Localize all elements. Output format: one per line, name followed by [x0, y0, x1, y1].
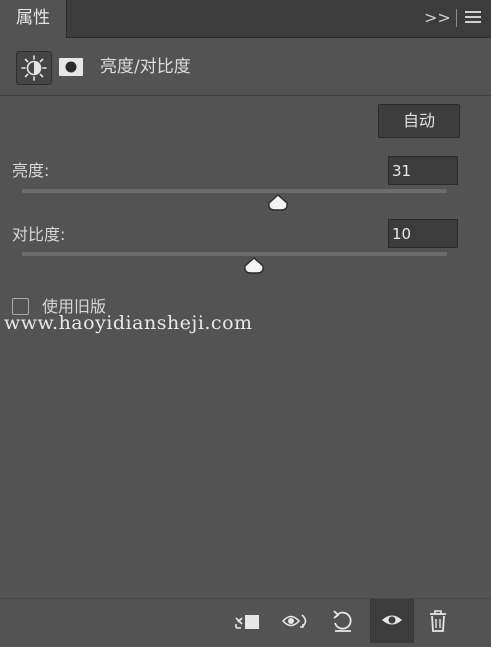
adjustment-header: 亮度/对比度 [0, 38, 491, 96]
collapse-panel-icon[interactable]: >> [424, 7, 451, 29]
contrast-input[interactable]: 10 [388, 219, 458, 248]
trash-icon[interactable] [422, 605, 454, 637]
contrast-slider-track[interactable] [22, 252, 447, 256]
properties-panel: 属性 >> 亮度/对比度 自动 亮度: 31 对比度: 10 使用旧版 www.… [0, 0, 491, 643]
contrast-label: 对比度: [12, 225, 66, 244]
reset-icon[interactable] [326, 605, 358, 637]
layer-mask-icon[interactable] [58, 56, 84, 78]
tab-properties[interactable]: 属性 [0, 0, 67, 38]
adjustment-title: 亮度/对比度 [100, 57, 191, 77]
contrast-slider-thumb[interactable] [243, 257, 265, 275]
panel-tab-bar: 属性 >> [0, 0, 491, 38]
toggle-visibility-button[interactable] [370, 599, 414, 643]
brightness-label: 亮度: [12, 161, 50, 180]
watermark-text: www.haoyidiansheji.com [4, 312, 253, 334]
bottom-toolbar [0, 598, 491, 643]
brightness-input[interactable]: 31 [388, 156, 458, 185]
tab-bar-divider [456, 9, 457, 27]
view-previous-state-icon[interactable] [280, 605, 312, 637]
panel-menu-icon[interactable] [465, 11, 481, 25]
visibility-eye-icon [382, 615, 402, 625]
clip-to-layer-icon[interactable] [232, 605, 264, 637]
brightness-slider-thumb[interactable] [267, 194, 289, 212]
brightness-contrast-icon[interactable] [16, 51, 52, 85]
auto-button[interactable]: 自动 [378, 104, 460, 138]
brightness-slider-track[interactable] [22, 189, 447, 193]
